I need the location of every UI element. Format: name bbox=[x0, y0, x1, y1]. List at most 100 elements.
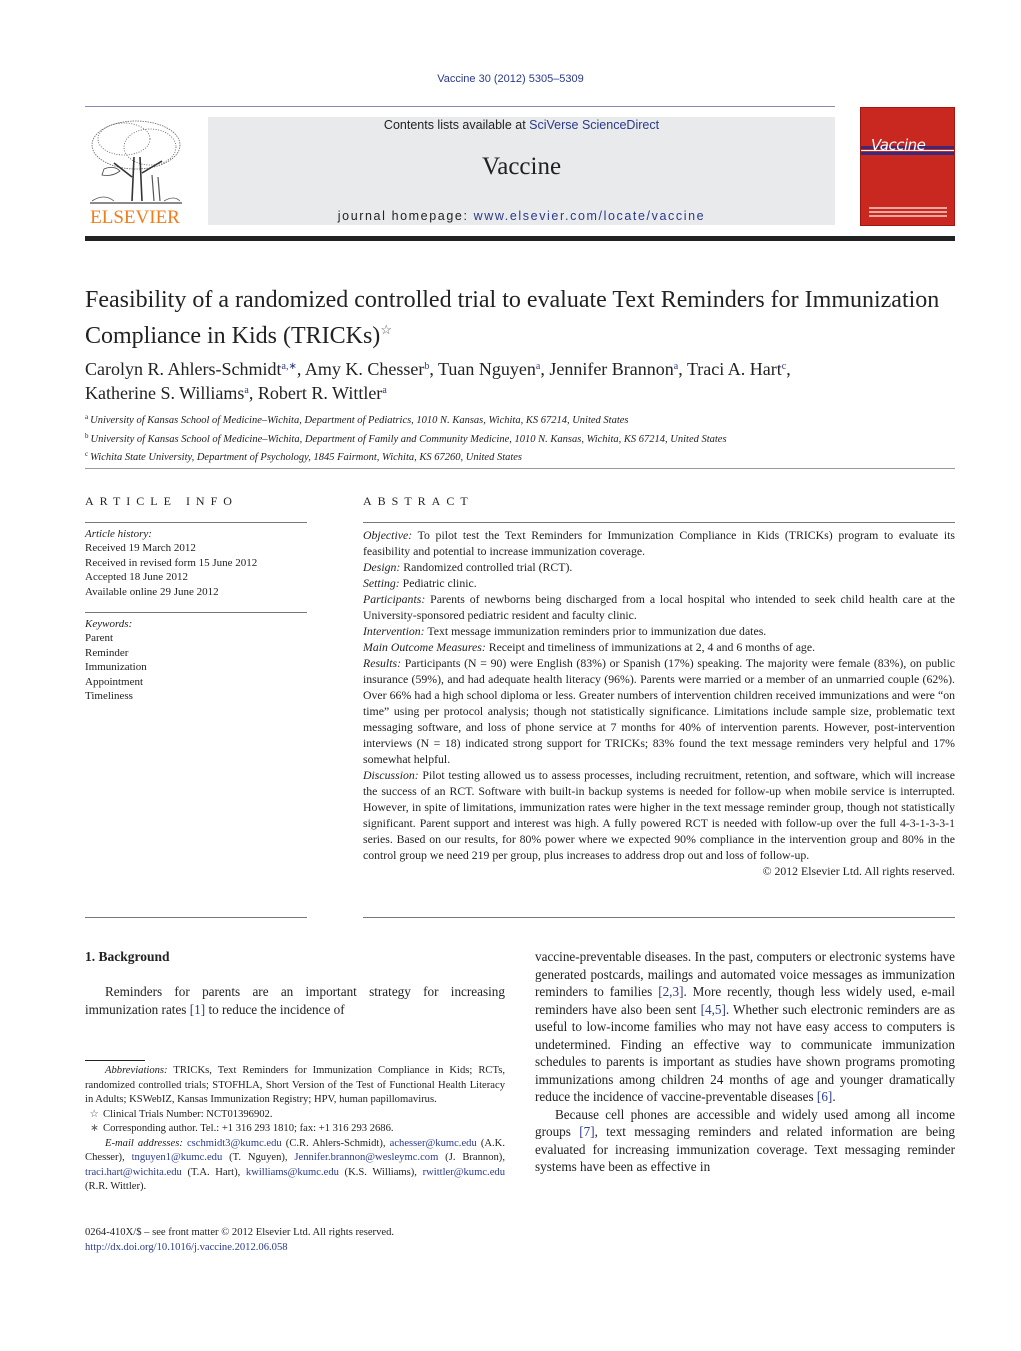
email-link[interactable]: traci.hart@wichita.edu bbox=[85, 1167, 182, 1178]
affiliation-list: a University of Kansas School of Medicine… bbox=[85, 410, 955, 466]
divider bbox=[363, 917, 955, 918]
abstract-sections: Objective: To pilot test the Text Remind… bbox=[363, 527, 955, 863]
abstract-heading: ABSTRACT bbox=[363, 494, 474, 508]
header-divider bbox=[85, 106, 835, 107]
email-owner: (R.R. Wittler). bbox=[85, 1181, 147, 1192]
sciencedirect-link[interactable]: SciVerse ScienceDirect bbox=[529, 118, 659, 132]
affiliation-marker[interactable]: a bbox=[382, 385, 386, 396]
cover-title: Vaccine bbox=[871, 136, 926, 154]
affiliation-text: University of Kansas School of Medicine–… bbox=[90, 433, 727, 445]
email-link[interactable]: cschmidt3@kumc.edu bbox=[187, 1138, 282, 1149]
affiliation: c Wichita State University, Department of… bbox=[85, 447, 955, 466]
journal-name: Vaccine bbox=[481, 153, 562, 180]
author-separator: , bbox=[296, 359, 305, 379]
abstract-section-text: To pilot test the Text Reminders for Imm… bbox=[363, 528, 955, 558]
author-name[interactable]: Robert R. Wittler bbox=[258, 383, 382, 403]
reference-link[interactable]: [2,3] bbox=[658, 984, 683, 999]
article-history: Article history: Received 19 March 2012 R… bbox=[85, 527, 307, 599]
journal-cover-thumbnail[interactable]: Vaccine bbox=[860, 107, 955, 226]
abbreviations-label: Abbreviations: bbox=[105, 1065, 168, 1076]
contents-line: Contents lists available at SciVerse Sci… bbox=[208, 118, 835, 132]
contents-prefix: Contents lists available at bbox=[383, 118, 530, 132]
author-name[interactable]: Amy K. Chesser bbox=[305, 359, 425, 379]
abstract-section: Results: Participants (N = 90) were Engl… bbox=[363, 655, 955, 767]
trial-number-text: Clinical Trials Number: NCT01396902. bbox=[103, 1108, 273, 1120]
abstract-section-text: Pediatric clinic. bbox=[399, 576, 477, 590]
author-name[interactable]: Carolyn R. Ahlers-Schmidt bbox=[85, 359, 282, 379]
history-item: Accepted 18 June 2012 bbox=[85, 571, 188, 584]
corresponding-author-footnote: ∗ Corresponding author. Tel.: +1 316 293 … bbox=[85, 1122, 505, 1137]
keyword-item: Immunization bbox=[85, 661, 147, 674]
paragraph-text: , text messaging reminders and related i… bbox=[535, 1124, 956, 1174]
keywords-block: Keywords: Parent Reminder Immunization Appo… bbox=[85, 617, 307, 703]
email-owner: (J. Brannon), bbox=[438, 1152, 505, 1163]
affiliation: a University of Kansas School of Medicine… bbox=[85, 410, 955, 429]
tree-icon bbox=[90, 120, 182, 204]
trial-footnote: ☆ Clinical Trials Number: NCT01396902. bbox=[85, 1108, 505, 1123]
star-footnote-icon[interactable]: ☆ bbox=[380, 322, 392, 337]
abstract-copyright: © 2012 Elsevier Ltd. All rights reserved… bbox=[762, 864, 955, 878]
abstract-section-label: Intervention: bbox=[363, 624, 425, 638]
email-link[interactable]: kwilliams@kumc.edu bbox=[246, 1167, 339, 1178]
abstract-section-label: Setting: bbox=[363, 576, 400, 590]
keyword-item: Appointment bbox=[85, 675, 144, 688]
front-matter: 0264-410X/$ – see front matter © 2012 El… bbox=[85, 1226, 505, 1255]
article-title-text: Feasibility of a randomized controlled t… bbox=[85, 287, 940, 349]
reference-link[interactable]: [1] bbox=[190, 1002, 205, 1017]
affiliation-marker[interactable]: a,∗ bbox=[282, 361, 297, 372]
author-name[interactable]: Tuan Nguyen bbox=[438, 359, 536, 379]
header-thick-divider bbox=[85, 236, 955, 241]
reference-link[interactable]: [7] bbox=[579, 1124, 594, 1139]
history-item: Received in revised form 15 June 2012 bbox=[85, 556, 258, 569]
author-separator: , bbox=[786, 359, 791, 379]
history-items: Received 19 March 2012 Received in revise… bbox=[85, 541, 307, 599]
abstract-section: Objective: To pilot test the Text Remind… bbox=[363, 527, 955, 559]
article-title: Feasibility of a randomized controlled t… bbox=[85, 285, 955, 351]
doi-link[interactable]: http://dx.doi.org/10.1016/j.vaccine.2012… bbox=[85, 1242, 288, 1253]
abstract-section-label: Participants: bbox=[363, 592, 426, 606]
abstract-section-label: Discussion: bbox=[363, 768, 419, 782]
divider bbox=[85, 468, 955, 469]
article-history-label: Article history: bbox=[85, 528, 152, 540]
author-name[interactable]: Katherine S. Williams bbox=[85, 383, 244, 403]
abstract-section: Intervention: Text message immunization … bbox=[363, 623, 955, 639]
keyword-item: Timeliness bbox=[85, 690, 133, 703]
author-list: Carolyn R. Ahlers-Schmidta,∗, Amy K. Che… bbox=[85, 356, 955, 404]
email-link[interactable]: rwittler@kumc.edu bbox=[423, 1167, 505, 1178]
author-separator: , bbox=[248, 383, 258, 403]
author-name[interactable]: Jennifer Brannon bbox=[549, 359, 673, 379]
divider bbox=[85, 522, 307, 523]
reference-link[interactable]: [4,5] bbox=[701, 1002, 726, 1017]
affiliation: b University of Kansas School of Medicine… bbox=[85, 429, 955, 448]
email-link[interactable]: Jennifer.brannon@wesleymc.com bbox=[294, 1152, 438, 1163]
divider bbox=[85, 612, 307, 613]
keyword-items: Parent Reminder Immunization Appointment Tim… bbox=[85, 631, 307, 703]
email-addresses: E-mail addresses: cschmidt3@kumc.edu (C.… bbox=[85, 1137, 505, 1195]
citation-link[interactable]: Vaccine 30 (2012) 5305–5309 bbox=[437, 73, 584, 85]
homepage-link[interactable]: www.elsevier.com/locate/vaccine bbox=[474, 209, 706, 223]
body-paragraph: Because cell phones are accessible and w… bbox=[535, 1106, 955, 1176]
email-link[interactable]: achesser@kumc.edu bbox=[390, 1138, 477, 1149]
history-item: Available online 29 June 2012 bbox=[85, 585, 219, 598]
abstract-section-text: Pilot testing allowed us to assess proce… bbox=[363, 768, 955, 862]
elsevier-logo[interactable]: ELSEVIER bbox=[84, 117, 186, 229]
reference-link[interactable]: [6] bbox=[817, 1089, 832, 1104]
affiliation-mark: c bbox=[85, 450, 89, 458]
author-separator: , bbox=[540, 359, 550, 379]
corresponding-author-text: Corresponding author. Tel.: +1 316 293 1… bbox=[103, 1123, 394, 1134]
email-owner: (T.A. Hart), bbox=[181, 1166, 246, 1178]
email-link[interactable]: tnguyen1@kumc.edu bbox=[132, 1152, 223, 1163]
keyword-item: Reminder bbox=[85, 646, 129, 659]
abstract-section-text: Parents of newborns being discharged fro… bbox=[363, 592, 955, 622]
body-paragraph: vaccine-preventable diseases. In the pas… bbox=[535, 948, 955, 1106]
star-footnote-icon: ☆ bbox=[89, 1108, 100, 1120]
author-name[interactable]: Traci A. Hart bbox=[687, 359, 782, 379]
keywords-label: Keywords: bbox=[85, 618, 133, 630]
footnotes: Abbreviations: TRICKs, Text Reminders fo… bbox=[85, 1064, 505, 1195]
journal-citation[interactable]: Vaccine 30 (2012) 5305–5309 bbox=[0, 73, 1021, 85]
history-item: Received 19 March 2012 bbox=[85, 542, 196, 555]
author-separator: , bbox=[678, 359, 687, 379]
homepage-prefix: journal homepage: bbox=[337, 209, 474, 223]
abstract-section-text: Randomized controlled trial (RCT). bbox=[400, 560, 573, 574]
journal-header-box: Contents lists available at SciVerse Sci… bbox=[208, 117, 835, 225]
